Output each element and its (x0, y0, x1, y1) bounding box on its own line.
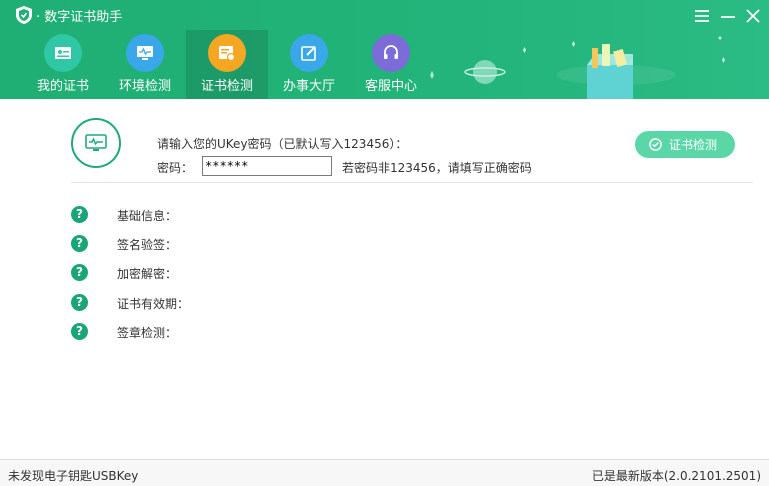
cert-check-icon (208, 34, 246, 72)
cert-check-button[interactable]: 证书检测 (635, 131, 735, 158)
result-label: 签章检测： (117, 326, 178, 340)
question-icon: ? (71, 206, 88, 223)
divider (71, 182, 753, 183)
nav-label: 我的证书 (36, 79, 89, 94)
edit-icon (290, 34, 328, 72)
result-label: 加密解密： (117, 267, 178, 281)
cert-monitor-icon (71, 118, 121, 168)
password-input[interactable] (202, 156, 332, 176)
nav-label: 环境检测 (118, 79, 171, 94)
nav-label: 证书检测 (200, 79, 253, 94)
question-icon: ? (71, 323, 88, 340)
shield-logo-icon (16, 6, 32, 24)
menu-button[interactable] (692, 6, 712, 26)
close-button[interactable] (743, 6, 763, 26)
nav-item-service-hall[interactable]: 办事大厅 (268, 30, 350, 99)
question-icon: ? (71, 264, 88, 281)
result-label: 签名验签： (117, 238, 178, 252)
content-area: 请输入您的UKey密码（已默认写入123456）： 密码： 若密码非123456… (0, 99, 769, 459)
cert-check-button-label: 证书检测 (669, 138, 718, 152)
nav-item-cert-check[interactable]: 证书检测 (186, 30, 268, 99)
app-title: · 数字证书助手 (36, 10, 123, 25)
monitor-icon (126, 34, 164, 72)
refresh-check-icon (649, 138, 662, 151)
usbkey-status: 未发现电子钥匙USBKey (8, 469, 139, 483)
headset-icon (372, 34, 410, 72)
certificate-card-icon (44, 34, 82, 72)
password-prompt: 请输入您的UKey密码（已默认写入123456）： (157, 137, 408, 151)
result-label: 基础信息： (117, 209, 178, 223)
password-hint: 若密码非123456，请填写正确密码 (342, 161, 532, 175)
title-bar: · 数字证书助手 (0, 0, 769, 30)
menu-icon (695, 10, 709, 22)
question-icon: ? (71, 294, 88, 311)
password-label: 密码： (157, 161, 194, 175)
close-icon (746, 9, 760, 23)
nav-item-env-check[interactable]: 环境检测 (104, 30, 186, 99)
nav-label: 办事大厅 (282, 79, 335, 94)
header-decoration (430, 36, 725, 99)
header: · 数字证书助手 我的证书 环境检测 证书检测 办事大厅 客服中心 (0, 0, 769, 99)
status-bar: 未发现电子钥匙USBKey 已是最新版本(2.0.2101.2501) (0, 459, 769, 486)
nav-item-my-certificate[interactable]: 我的证书 (22, 30, 104, 99)
version-status: 已是最新版本(2.0.2101.2501) (591, 469, 761, 483)
minimize-button[interactable] (718, 6, 738, 26)
question-icon: ? (71, 235, 88, 252)
main-nav: 我的证书 环境检测 证书检测 办事大厅 客服中心 (22, 30, 432, 99)
minimize-icon (721, 16, 735, 18)
result-label: 证书有效期： (117, 297, 190, 311)
